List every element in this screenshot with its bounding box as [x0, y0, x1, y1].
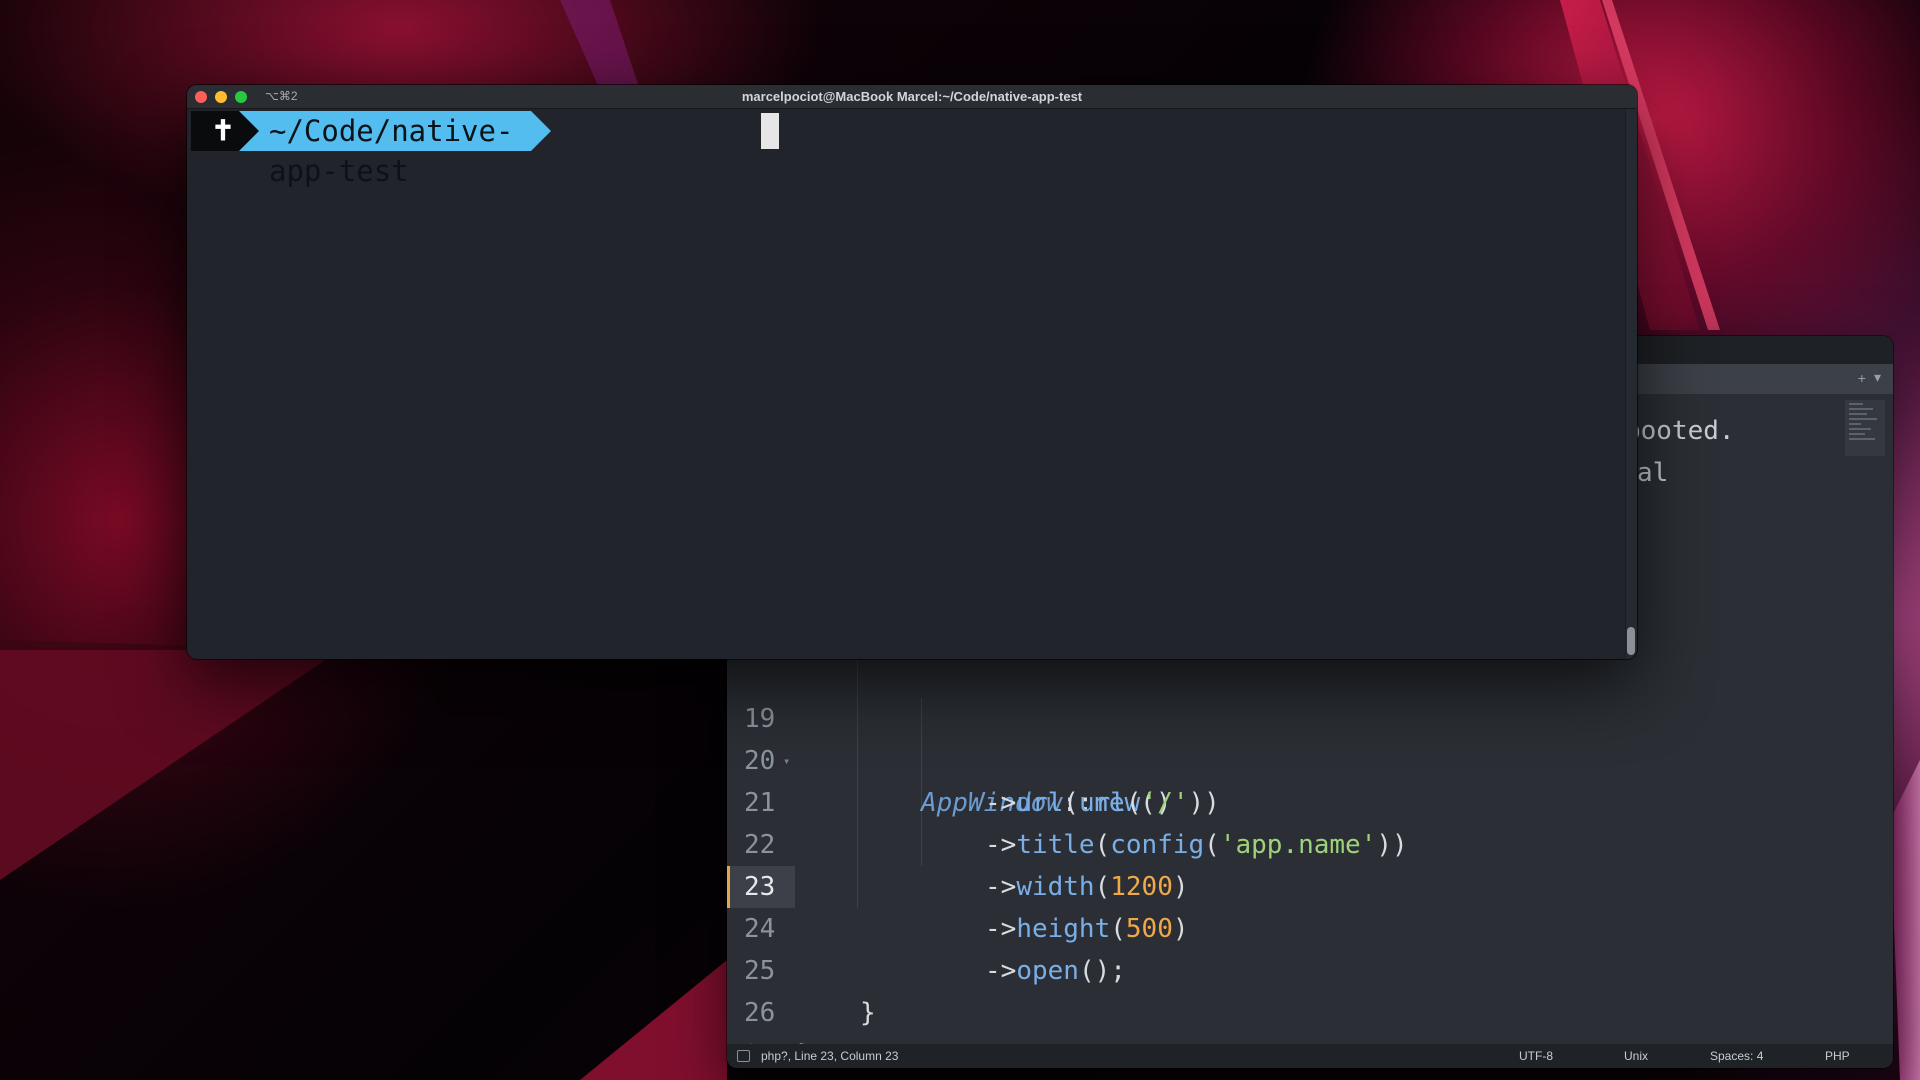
code-line[interactable]: 22 ->width(1200) [727, 782, 1893, 902]
code-line-active[interactable]: 23 ->height(500) [727, 824, 1893, 944]
terminal-title: marcelpociot@MacBook Marcel:~/Code/nativ… [741, 89, 1083, 104]
code-line[interactable]: 25 } [727, 908, 1893, 1028]
code-line[interactable]: 20 ->url(url('/')) [727, 698, 1893, 818]
minimap[interactable] [1845, 400, 1885, 456]
code-line[interactable]: 27 [727, 992, 1893, 1068]
syntax-selector[interactable]: PHP [1825, 1044, 1850, 1068]
encoding-selector[interactable]: UTF-8 [1519, 1044, 1553, 1068]
prompt-path-segment: ~/Code/native-app-test [239, 111, 552, 188]
terminal-scrollbar-thumb[interactable] [1627, 627, 1635, 655]
tab-controls: + ▾ [1858, 369, 1881, 386]
sidebar-toggle-icon[interactable] [737, 1050, 750, 1062]
cross-icon: ✝ [211, 115, 235, 146]
powerline-separator-icon [239, 111, 259, 151]
code-fragment: al [1637, 458, 1669, 488]
code-line[interactable]: 19 ▾ AppWindow::new() [727, 656, 1893, 818]
terminal-window[interactable]: ⌥⌘2 marcelpociot@MacBook Marcel:~/Code/n… [187, 85, 1637, 659]
code-fragment: booted. [1625, 416, 1735, 446]
tab-menu-button[interactable]: ▾ [1874, 369, 1881, 386]
terminal-cursor[interactable] [761, 113, 779, 149]
indentation-selector[interactable]: Spaces: 4 [1710, 1044, 1763, 1068]
code-line[interactable]: 24 ->open(); [727, 866, 1893, 986]
terminal-titlebar[interactable]: ⌥⌘2 marcelpociot@MacBook Marcel:~/Code/n… [187, 85, 1637, 109]
prompt-path: ~/Code/native-app-test [259, 111, 532, 188]
code-line[interactable]: 21 ->title(config('app.name')) [727, 740, 1893, 860]
cursor-position[interactable]: php?, Line 23, Column 23 [761, 1044, 898, 1068]
new-tab-button[interactable]: + [1858, 370, 1866, 386]
powerline-arrow-icon [531, 111, 552, 151]
editor-status-bar: php?, Line 23, Column 23 UTF-8 Unix Spac… [727, 1044, 1893, 1068]
line-endings-selector[interactable]: Unix [1624, 1044, 1648, 1068]
terminal-scrollbar-track[interactable] [1625, 109, 1637, 659]
code-line[interactable]: 26 } [727, 950, 1893, 1068]
